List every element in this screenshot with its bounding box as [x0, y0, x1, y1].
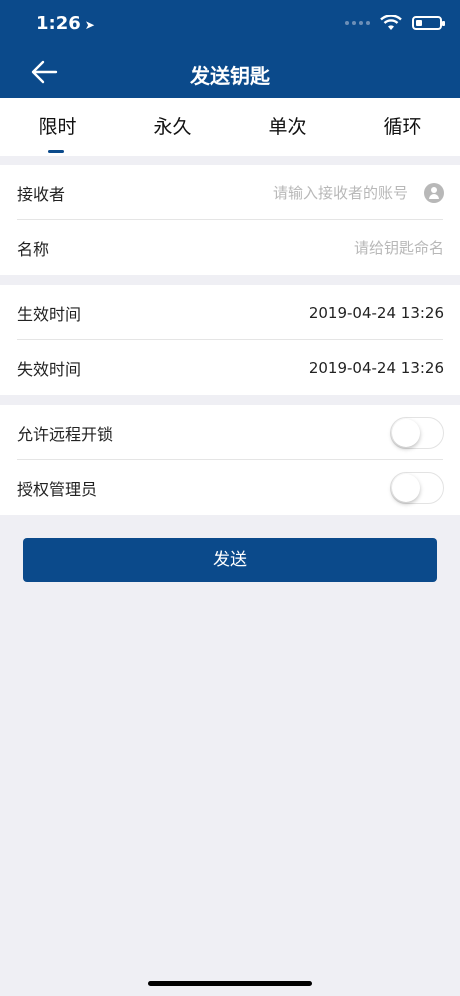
tab-bar: 限时 永久 单次 循环 — [0, 98, 460, 156]
signal-icon — [345, 21, 370, 25]
admin-row: 授权管理员 — [0, 460, 460, 515]
admin-label: 授权管理员 — [17, 479, 98, 499]
expire-time-label: 失效时间 — [17, 359, 82, 379]
effective-time-label: 生效时间 — [17, 304, 82, 324]
name-input[interactable]: 请给钥匙命名 — [354, 237, 444, 258]
tab-recurring[interactable]: 循环 — [345, 98, 460, 156]
expire-time-row[interactable]: 失效时间 2019-04-24 13:26 — [0, 340, 460, 395]
active-tab-indicator — [48, 150, 64, 153]
expire-time-value[interactable]: 2019-04-24 13:26 — [309, 359, 444, 377]
toggle-knob — [392, 473, 420, 502]
time-section: 生效时间 2019-04-24 13:26 失效时间 2019-04-24 13… — [0, 285, 460, 395]
admin-toggle[interactable] — [390, 471, 444, 504]
recipient-section: 接收者 请输入接收者的账号 名称 请给钥匙命名 — [0, 165, 460, 275]
effective-time-value[interactable]: 2019-04-24 13:26 — [309, 304, 444, 322]
recipient-input-group: 请输入接收者的账号 — [273, 182, 444, 203]
recipient-input[interactable]: 请输入接收者的账号 — [273, 182, 408, 203]
recipient-label: 接收者 — [17, 184, 66, 204]
recipient-row[interactable]: 接收者 请输入接收者的账号 — [0, 165, 460, 220]
app-header: 1:26 ➤ 发送钥匙 — [0, 0, 460, 98]
tab-permanent[interactable]: 永久 — [115, 98, 230, 156]
contact-icon[interactable] — [424, 182, 444, 203]
remote-unlock-toggle[interactable] — [390, 416, 444, 449]
status-time: 1:26 ➤ — [36, 13, 95, 34]
status-icons — [345, 15, 445, 31]
page-title: 发送钥匙 — [190, 64, 270, 88]
battery-icon — [412, 16, 445, 30]
send-button[interactable]: 发送 — [23, 538, 437, 582]
remote-unlock-label: 允许远程开锁 — [17, 424, 114, 444]
options-section: 允许远程开锁 授权管理员 — [0, 405, 460, 515]
name-row[interactable]: 名称 请给钥匙命名 — [0, 220, 460, 275]
name-label: 名称 — [17, 239, 50, 259]
tab-time-limited[interactable]: 限时 — [0, 98, 115, 156]
tab-single[interactable]: 单次 — [230, 98, 345, 156]
home-indicator — [148, 981, 312, 986]
location-arrow-icon: ➤ — [84, 18, 95, 32]
status-time-text: 1:26 — [36, 13, 81, 34]
wifi-icon — [380, 15, 402, 30]
toggle-knob — [392, 418, 420, 447]
effective-time-row[interactable]: 生效时间 2019-04-24 13:26 — [0, 285, 460, 340]
remote-unlock-row: 允许远程开锁 — [0, 405, 460, 460]
